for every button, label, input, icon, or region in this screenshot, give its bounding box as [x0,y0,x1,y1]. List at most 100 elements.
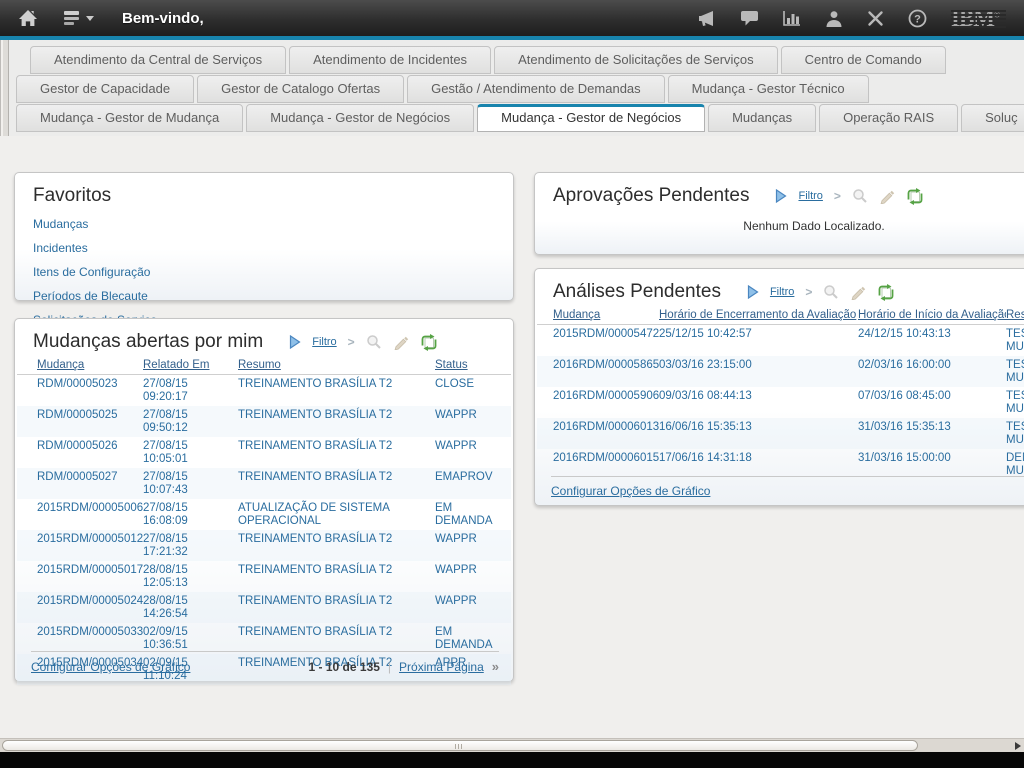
goto-windows-icon [62,10,82,26]
scrollbar-grip [455,744,462,749]
edit-portlet-pencil-icon[interactable] [879,188,895,204]
scroll-right-arrow-icon[interactable] [1015,742,1021,750]
column-header[interactable]: Mudança [37,359,143,371]
refresh-portlet-icon[interactable] [906,188,924,205]
encerramento-cell: 09/03/16 08:44:13 [659,390,858,416]
mudanca-id-link[interactable]: 2015RDM/00005033 [37,626,143,652]
reports-bar-chart-icon[interactable] [783,10,801,26]
app-tab[interactable]: Atendimento da Central de Serviços [30,46,286,74]
filter-link[interactable]: Filtro [798,190,822,202]
inicio-cell: 07/03/16 08:45:00 [858,390,1006,416]
status-cell: WAPPR [435,409,507,435]
mudanca-id-link[interactable]: 2015RDM/00005012 [37,533,143,559]
favorite-link[interactable]: Períodos de Blecaute [33,289,495,303]
column-header[interactable]: Resumo [238,359,435,371]
mudanca-id-link[interactable]: 2015RDM/00005017 [37,564,143,590]
resumo-cell: TREINAMENTO BRASÍLIA T2 [238,564,435,590]
configure-chart-options-link[interactable]: Configurar Opções de Gráfico [31,660,190,674]
table-header-row: Mudança Relatado Em Resumo Status [17,355,511,375]
profile-person-icon[interactable] [825,10,843,27]
top-header-bar: Bem-vindo, ? IBM® [0,0,1024,36]
mudanca-id-link[interactable]: 2015RDM/00005472 [553,328,659,354]
status-cell: EM DEMANDA [435,502,507,528]
mudancas-table-body: RDM/00005023 27/08/15 09:20:17 TREINAMEN… [17,375,511,685]
header-actions: ? IBM® [697,7,1006,30]
pagination-separator: | [388,660,391,674]
search-icon[interactable] [823,284,839,300]
resumo-cell: TREINAMENTO BRASÍLIA T2 [238,378,435,404]
app-tab[interactable]: Mudança - Gestor Técnico [668,75,869,103]
mudanca-id-link[interactable]: 2016RDM/00006015 [553,452,659,478]
mudanca-id-link[interactable]: 2016RDM/00005865 [553,359,659,385]
column-header[interactable]: Horário de Encerramento da Avaliação [659,309,858,321]
mudanca-id-link[interactable]: 2015RDM/00005024 [37,595,143,621]
edit-portlet-pencil-icon[interactable] [850,284,866,300]
app-tab[interactable]: Gestor de Catalogo Ofertas [197,75,404,103]
relatado-em-cell: 27/08/15 10:07:43 [143,471,238,497]
table-row: 2015RDM/00005472 25/12/15 10:42:57 24/12… [537,325,1024,356]
horizontal-scrollbar-thumb[interactable] [2,740,918,751]
mudanca-id-link[interactable]: RDM/00005027 [37,471,143,497]
filter-link[interactable]: Filtro [312,336,336,348]
app-tab[interactable]: Atendimento de Solicitações de Serviços [494,46,778,74]
mudanca-id-link[interactable]: 2016RDM/00006013 [553,421,659,447]
mudanca-id-link[interactable]: RDM/00005025 [37,409,143,435]
help-icon[interactable]: ? [908,9,927,28]
next-page-link[interactable]: Próxima Página [399,660,484,674]
relatado-em-cell: 27/08/15 09:50:12 [143,409,238,435]
maximize-portlet-icon[interactable] [747,285,759,299]
panel-title: Favoritos [33,185,111,207]
start-center-content: Favoritos Mudanças Incidentes Itens de C… [0,136,1024,738]
home-icon[interactable] [18,9,38,27]
sign-out-close-icon[interactable] [867,10,884,27]
bulletins-megaphone-icon[interactable] [697,10,716,27]
app-tab[interactable]: Gestor de Capacidade [16,75,194,103]
column-header[interactable]: Status [435,359,507,371]
next-page-arrows-icon[interactable]: » [492,659,499,674]
app-tab[interactable]: Mudanças [708,104,816,132]
column-header[interactable]: Mudança [553,309,659,321]
resumo-cell: TREINAMENTO BRASÍLIA T2 [238,409,435,435]
mudanca-id-link[interactable]: 2016RDM/00005906 [553,390,659,416]
maximize-portlet-icon[interactable] [289,335,301,349]
status-cell: CLOSE [435,378,507,404]
relatado-em-cell: 28/08/15 12:05:13 [143,564,238,590]
app-tab[interactable]: Mudança - Gestor de Mudança [16,104,243,132]
ibm-logo-stripes [951,8,1006,30]
favorite-link[interactable]: Mudanças [33,217,495,231]
refresh-portlet-icon[interactable] [420,334,438,351]
filter-link[interactable]: Filtro [770,286,794,298]
search-icon[interactable] [366,334,382,350]
mudanca-id-link[interactable]: RDM/00005026 [37,440,143,466]
table-row: RDM/00005023 27/08/15 09:20:17 TREINAMEN… [17,375,511,406]
table-row: 2015RDM/00005012 27/08/15 17:21:32 TREIN… [17,530,511,561]
maximize-portlet-icon[interactable] [775,189,787,203]
mudanca-id-link[interactable]: RDM/00005023 [37,378,143,404]
column-header[interactable]: Resumo [1006,309,1024,321]
horizontal-scrollbar[interactable] [0,738,1024,752]
app-tab[interactable]: Gestão / Atendimento de Demandas [407,75,665,103]
refresh-portlet-icon[interactable] [877,284,895,301]
edit-portlet-pencil-icon[interactable] [393,334,409,350]
app-tab[interactable]: Atendimento de Incidentes [289,46,491,74]
panel-title: Análises Pendentes [553,281,721,303]
analises-table-body: 2015RDM/00005472 25/12/15 10:42:57 24/12… [537,325,1024,480]
app-tab[interactable]: Operação RAIS [819,104,958,132]
mudanca-id-link[interactable]: 2015RDM/00005006 [37,502,143,528]
app-tab[interactable]: Centro de Comando [781,46,946,74]
relatado-em-cell: 27/08/15 16:08:09 [143,502,238,528]
column-header[interactable]: Relatado Em [143,359,238,371]
panel-aprovacoes-pendentes: Aprovações Pendentes Filtro > Nenhum Dad… [534,172,1024,255]
favorite-link[interactable]: Itens de Configuração [33,265,495,279]
table-row: 2016RDM/00006013 16/06/16 15:35:13 31/03… [537,418,1024,449]
column-header[interactable]: Horário de Início da Avaliação [858,309,1006,321]
search-icon[interactable] [852,188,868,204]
favorite-link[interactable]: Incidentes [33,241,495,255]
app-tab[interactable]: Soluç [961,104,1024,132]
panel-footer: Configurar Opções de Gráfico 1 - 10 de 1… [31,651,499,674]
app-tab[interactable]: Mudança - Gestor de Negócios [246,104,474,132]
goto-applications-menu[interactable] [62,10,94,26]
configure-chart-options-link[interactable]: Configurar Opções de Gráfico [551,484,710,498]
app-tab-active[interactable]: Mudança - Gestor de Negócios [477,104,705,132]
chat-bubble-icon[interactable] [740,10,759,27]
